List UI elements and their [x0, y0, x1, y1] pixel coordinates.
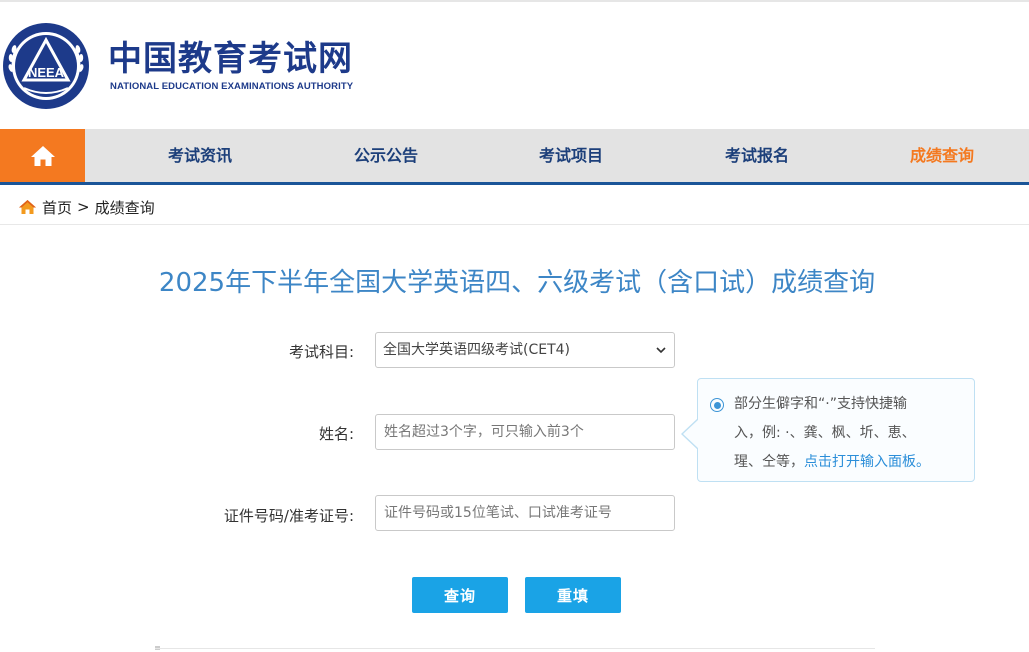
breadcrumb-home-icon[interactable]: [18, 199, 37, 215]
tip-line-2: 入，例: ·、龚、枫、圻、恵、: [734, 425, 916, 441]
rare-char-tip: 部分生僻字和“·”支持快捷输 入，例: ·、龚、枫、圻、恵、 瑆、仝等，点击打开…: [697, 378, 975, 482]
reset-button[interactable]: 重填: [525, 577, 621, 613]
nav-item-score-query[interactable]: 成绩查询: [910, 129, 974, 182]
site-name-en: NATIONAL EDUCATION EXAMINATIONS AUTHORIT…: [110, 81, 354, 92]
id-label: 证件号码/准考证号:: [223, 507, 354, 525]
home-icon: [30, 145, 55, 166]
chevron-down-icon: [656, 347, 666, 354]
tip-line-3-text: 瑆、仝等，: [734, 454, 804, 470]
seal-text: NEEA: [28, 65, 65, 80]
nav-home-button[interactable]: [0, 129, 85, 182]
neea-seal-logo[interactable]: NEEA: [2, 22, 90, 110]
breadcrumb-separator: >: [77, 198, 90, 216]
main-nav: 考试资讯 公示公告 考试项目 考试报名 成绩查询: [0, 129, 1029, 185]
name-label: 姓名:: [318, 425, 354, 443]
nav-item-exam-news[interactable]: 考试资讯: [168, 129, 232, 182]
nav-item-exam-programs[interactable]: 考试项目: [539, 129, 603, 182]
nav-item-registration[interactable]: 考试报名: [725, 129, 789, 182]
breadcrumb-divider: [0, 224, 1029, 225]
subject-label: 考试科目:: [288, 343, 354, 361]
site-header: NEEA 中国教育考试网 NATIONAL EDUCATION EXAMINAT…: [0, 2, 1029, 128]
nav-item-announcements[interactable]: 公示公告: [354, 129, 418, 182]
open-input-panel-link[interactable]: 点击打开输入面板。: [804, 454, 930, 470]
breadcrumb: 首页 > 成绩查询: [18, 196, 155, 218]
name-input[interactable]: [375, 414, 675, 450]
site-name-cn[interactable]: 中国教育考试网: [108, 40, 353, 78]
subject-select[interactable]: 全国大学英语四级考试(CET4): [375, 332, 675, 368]
breadcrumb-home-link[interactable]: 首页: [42, 197, 72, 218]
tip-arrow-inner: [683, 419, 699, 449]
breadcrumb-current: 成绩查询: [94, 198, 155, 217]
footer-divider: [155, 648, 875, 649]
page-title: 2025年下半年全国大学英语四、六级考试（含口试）成绩查询: [158, 268, 876, 298]
tip-line-3: 瑆、仝等，点击打开输入面板。: [734, 448, 962, 477]
tip-line-1: 部分生僻字和“·”支持快捷输: [734, 396, 907, 412]
subject-selected-value: 全国大学英语四级考试(CET4): [383, 342, 571, 358]
radio-dot-icon: [710, 398, 724, 412]
id-number-input[interactable]: [375, 495, 675, 531]
query-button[interactable]: 查询: [412, 577, 508, 613]
